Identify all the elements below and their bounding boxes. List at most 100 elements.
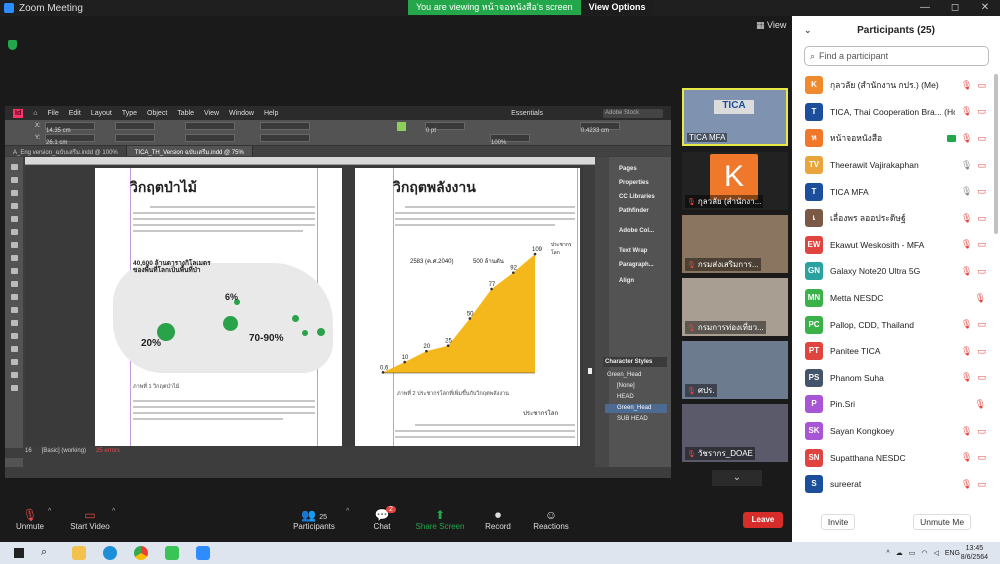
volume-icon[interactable]: ◁ [933,549,938,557]
view-button[interactable]: ▦ View [756,20,786,31]
opacity-field[interactable]: 100% [490,134,530,146]
selection-tool-icon[interactable] [10,164,18,170]
shear-field[interactable] [260,134,310,142]
zoom-icon[interactable] [196,546,210,560]
rotate-field[interactable] [260,122,310,130]
chevron-up-icon[interactable]: ^ [346,508,349,515]
h-field[interactable] [115,134,155,142]
panel-align[interactable]: Align [613,275,671,287]
menu-file[interactable]: File [47,110,58,117]
menu-edit[interactable]: Edit [69,110,81,117]
language-indicator[interactable]: ENG [945,550,960,557]
menu-object[interactable]: Object [147,110,167,117]
eyedropper-tool-icon[interactable] [10,346,18,352]
gap-tool-icon[interactable] [10,203,18,209]
participant-row[interactable]: GN Galaxy Note20 Ultra 5G 🎙 ▭ [792,258,1000,285]
workspace-select[interactable]: Essentials [511,110,543,117]
x-field[interactable]: 14.35 cm [45,122,95,134]
leave-button[interactable]: Leave [743,512,783,528]
network-icon[interactable]: ▭ [909,549,916,557]
participant-row[interactable]: เ เลื่องพร ลออประดิษฐ์ 🎙 ▭ [792,205,1000,232]
page-tool-icon[interactable] [10,190,18,196]
fill-swatch-icon[interactable] [397,122,406,131]
char-style-green-head[interactable]: Green_Head [605,404,667,413]
start-video-button[interactable]: ▭ Start Video ^ [60,508,120,531]
participant-row[interactable]: T TICA, Thai Cooperation Bra... (Host) 🎙 ▭ [792,99,1000,126]
participant-row[interactable]: ห หน้าจอหนังสือ 🎙 ▭ [792,125,1000,152]
participants-button[interactable]: 👥 25 Participants ^ [284,508,349,531]
participant-row[interactable]: MN Metta NESDC 🎙 [792,285,1000,312]
type-tool-icon[interactable] [10,216,18,222]
reactions-button[interactable]: ☺ Reactions [521,508,581,531]
hand-tool-icon[interactable] [10,359,18,365]
chevron-up-icon[interactable]: ^ [48,508,51,515]
tab-th-version[interactable]: TICA_TH_Version ฉบับเสรีม.indd @ 75% [126,146,253,156]
panel-properties[interactable]: Properties [613,177,671,189]
maximize-button[interactable]: ◻ [940,0,970,16]
windows-start-icon[interactable] [14,548,24,558]
w-field[interactable] [115,122,155,130]
participant-row[interactable]: SN Supatthana NESDC 🎙 ▭ [792,444,1000,471]
menu-table[interactable]: Table [177,110,194,117]
panel-text-wrap[interactable]: Text Wrap [613,245,671,257]
offset-field[interactable]: 0.4233 cm [580,122,620,134]
zoom-tool-icon[interactable] [10,372,18,378]
participant-row[interactable]: EW Ekawut Weskosith - MFA 🎙 ▭ [792,232,1000,259]
menu-view[interactable]: View [204,110,219,117]
participant-search-input[interactable]: ⌕ Find a participant [804,46,989,66]
preflight-errors[interactable]: 25 errors [96,448,120,458]
unmute-me-button[interactable]: Unmute Me [913,514,972,530]
video-tile[interactable]: 🎙 ศปร. [682,341,788,399]
search-icon[interactable]: ⌕ [41,546,55,560]
panel-pages[interactable]: Pages [613,163,671,175]
rectangle-tool-icon[interactable] [10,281,18,287]
line-icon[interactable] [165,546,179,560]
panel-paragraph[interactable]: Paragraph... [613,259,671,271]
participant-row[interactable]: TV Theerawit Vajirakaphan 🎙 ▭ [792,152,1000,179]
char-style-head[interactable]: HEAD [605,393,667,402]
participant-row[interactable]: PT Panitee TICA 🎙 ▭ [792,338,1000,365]
record-button[interactable]: ⏺ Record [468,508,528,531]
tab-eng-version[interactable]: A_Eng version_ฉบับเสรีม.indd @ 100% [5,146,127,156]
home-icon[interactable]: ⌂ [33,110,37,117]
page-number[interactable]: 16 [25,448,32,458]
preflight-profile[interactable]: [Basic] (working) [42,448,86,458]
panel-pathfinder[interactable]: Pathfinder [613,205,671,217]
char-style-none[interactable]: [None] [605,382,667,391]
video-tile[interactable]: 🎙 วัชรากร_DOAE [682,404,788,462]
close-button[interactable]: ✕ [970,0,1000,16]
panel-cc-libraries[interactable]: CC Libraries [613,191,671,203]
unmute-button[interactable]: 🎙 Unmute ^ [0,508,60,531]
wifi-icon[interactable]: ◠ [921,549,927,557]
transform-tool-icon[interactable] [10,307,18,313]
color-swatch-icon[interactable] [10,385,18,391]
chevron-down-icon[interactable]: ⌄ [804,25,812,36]
video-tile[interactable]: 🎙 กรมการท่องเที่ยว... [682,278,788,336]
chevron-up-icon[interactable]: ^ [112,508,115,515]
pencil-tool-icon[interactable] [10,255,18,261]
view-options-button[interactable]: View Options [580,0,654,15]
chevron-down-icon[interactable]: ⌄ [712,470,762,486]
video-tile[interactable]: TICA TICA MFA [682,88,788,146]
file-explorer-icon[interactable] [72,546,86,560]
menu-layout[interactable]: Layout [91,110,112,117]
gradient-tool-icon[interactable] [10,320,18,326]
scale-y-field[interactable] [185,134,235,142]
video-tile[interactable]: 🎙 กรมส่งเสริมการ... [682,215,788,273]
stock-search[interactable]: Adobe Stock [603,108,663,118]
clock[interactable]: 13:45 8/6/2564 [961,544,988,562]
char-style-sub-head[interactable]: SUB HEAD [605,415,667,424]
participant-row[interactable]: K กุลวลัย (สำนักงาน กปร.) (Me) 🎙 ▭ [792,72,1000,99]
menu-help[interactable]: Help [264,110,278,117]
cloud-icon[interactable]: ☁ [896,549,903,557]
line-tool-icon[interactable] [10,229,18,235]
participant-row[interactable]: SK Sayan Kongkoey 🎙 ▭ [792,418,1000,445]
chevron-up-icon[interactable]: ^ [886,550,889,557]
y-field[interactable]: 26.1 cm [45,134,95,146]
stroke-weight-field[interactable]: 0 pt [425,122,465,134]
participant-row[interactable]: P Pin.Sri 🎙 [792,391,1000,418]
panel-adobe-color[interactable]: Adobe Col... [613,225,671,237]
pen-tool-icon[interactable] [10,242,18,248]
scrollbar[interactable] [994,74,998,234]
edge-icon[interactable] [103,546,117,560]
